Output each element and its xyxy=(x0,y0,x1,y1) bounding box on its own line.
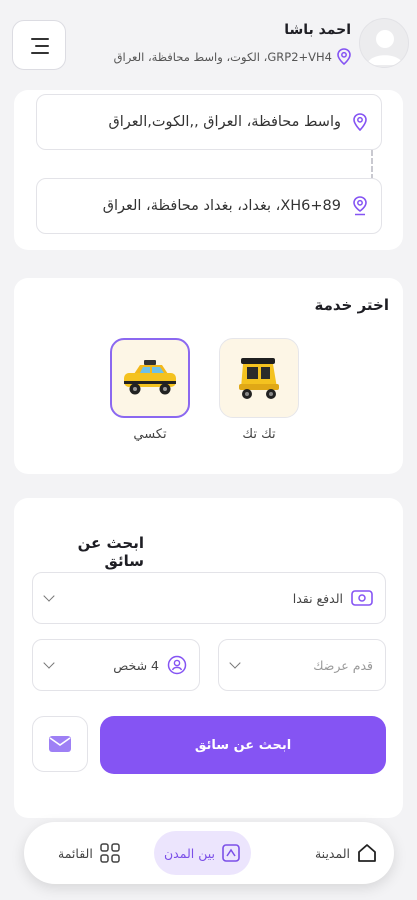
nav-label-city: المدينة xyxy=(314,845,350,861)
service-label-tuktuk: تك تك xyxy=(242,427,276,442)
app-header: احمد باشا GRP2+VH4، الكوت، واسط محافظة، … xyxy=(0,0,417,96)
service-option-tuktuk[interactable] xyxy=(219,338,299,418)
cash-icon xyxy=(351,590,373,606)
destination-address-text: XH6+89، بغداد، بغداد محافظة، العراق xyxy=(102,198,341,214)
avatar[interactable] xyxy=(359,18,409,68)
nav-label-menu: القائمة xyxy=(58,845,93,861)
pickup-pin-icon xyxy=(353,113,367,131)
menu-line-icon xyxy=(31,52,49,54)
location-text: GRP2+VH4، الكوت، واسط محافظة، العراق xyxy=(113,49,332,64)
bottom-navigation: المدينة بين المدن القائمة xyxy=(24,822,394,884)
search-title: ابحث عن سائق xyxy=(77,534,144,570)
user-silhouette-icon xyxy=(367,30,403,65)
grid-menu-icon xyxy=(100,843,120,863)
offer-placeholder: قدم عرضك xyxy=(313,657,373,673)
tuk-tuk-icon xyxy=(239,358,279,399)
service-label-taxi: تكسي xyxy=(133,427,167,442)
taxi-icon xyxy=(124,360,176,395)
service-option-taxi[interactable] xyxy=(110,338,190,418)
envelope-icon xyxy=(49,736,71,752)
chevron-down-icon xyxy=(43,657,55,669)
nav-label-between-cities: بين المدن xyxy=(164,845,215,861)
passenger-count-select[interactable]: 4 شخص xyxy=(32,639,200,691)
person-icon xyxy=(167,655,187,675)
nav-item-city[interactable]: المدينة xyxy=(305,831,388,875)
passenger-count-label: 4 شخص xyxy=(113,657,159,673)
menu-line-icon xyxy=(35,45,49,47)
menu-button[interactable] xyxy=(12,20,66,70)
message-button[interactable] xyxy=(32,716,88,772)
chevron-down-icon xyxy=(229,657,241,669)
home-icon xyxy=(358,844,376,862)
search-driver-card: ابحث عن سائق الدفع نقدا قدم عرضك 4 شخص ا… xyxy=(14,498,403,818)
pickup-address-text: واسط محافظة، العراق ,,الكوت,العراق xyxy=(108,114,341,130)
pickup-address-field[interactable]: واسط محافظة، العراق ,,الكوت,العراق xyxy=(36,94,382,150)
nav-item-menu[interactable]: القائمة xyxy=(48,831,131,875)
route-connector xyxy=(371,150,373,180)
menu-line-icon xyxy=(31,38,49,40)
nav-item-between-cities[interactable]: بين المدن xyxy=(154,831,251,875)
payment-method-label: الدفع نقدا xyxy=(292,590,343,606)
current-location[interactable]: GRP2+VH4، الكوت، واسط محافظة، العراق xyxy=(106,48,351,65)
destination-pin-icon xyxy=(353,196,367,216)
user-name: احمد باشا xyxy=(284,22,351,38)
route-card: واسط محافظة، العراق ,,الكوت,العراق XH6+8… xyxy=(14,90,403,250)
intercity-icon xyxy=(222,844,240,862)
service-title: اختر خدمة xyxy=(314,296,390,314)
chevron-down-icon xyxy=(43,590,55,602)
payment-method-select[interactable]: الدفع نقدا xyxy=(32,572,386,624)
location-pin-icon xyxy=(337,48,351,65)
service-selection-card: اختر خدمة تك تك تكسي xyxy=(14,278,403,474)
destination-address-field[interactable]: XH6+89، بغداد، بغداد محافظة، العراق xyxy=(36,178,382,234)
offer-input[interactable]: قدم عرضك xyxy=(218,639,386,691)
search-driver-button[interactable]: ابحث عن سائق xyxy=(100,716,386,774)
